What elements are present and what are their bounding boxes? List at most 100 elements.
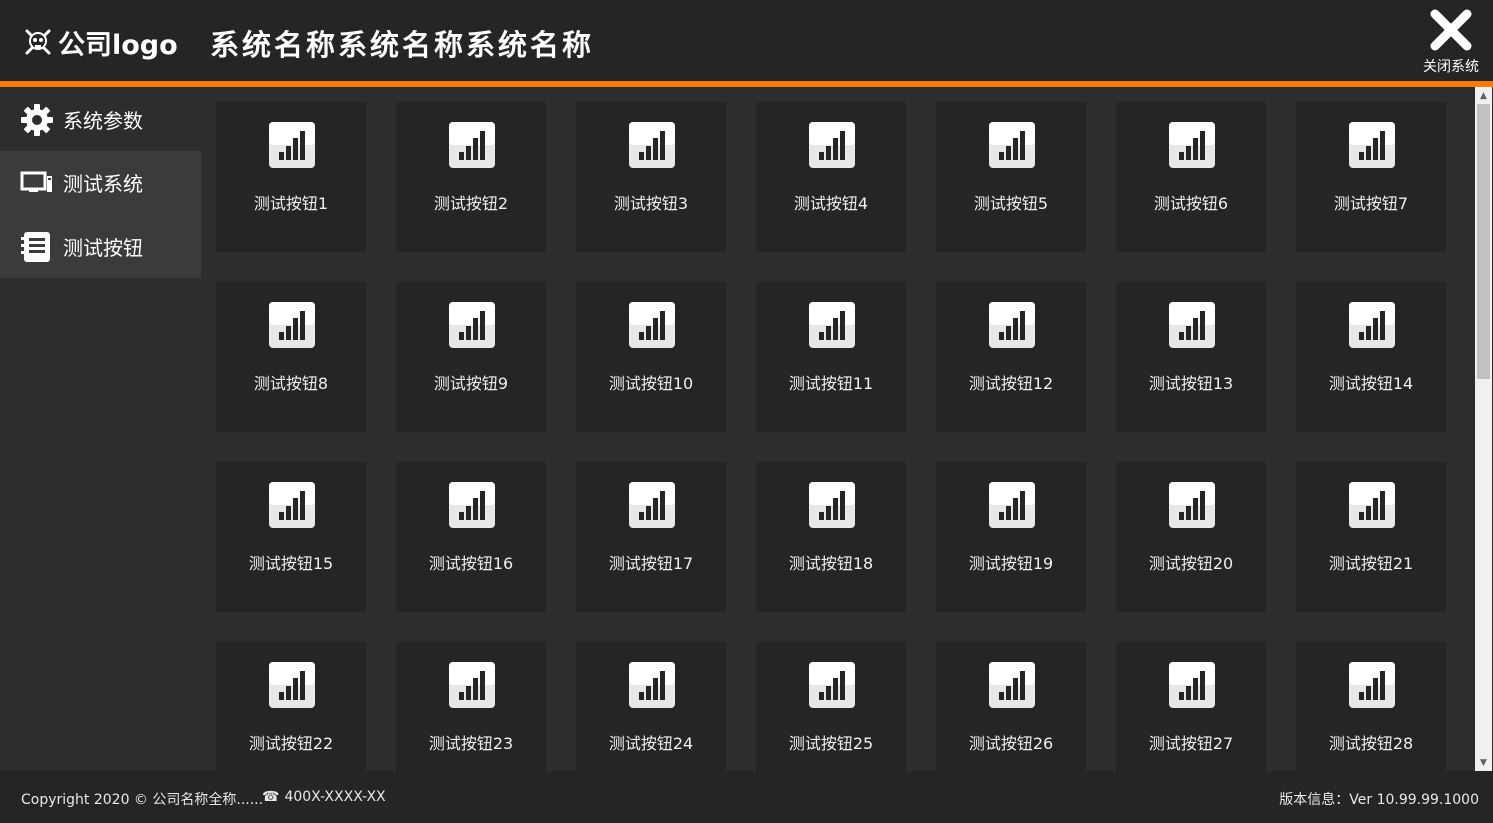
bar-chart-icon [449,482,495,528]
bar-chart-icon [809,662,855,708]
header-bar: 公司logo 系统名称系统名称系统名称 关闭系统 [0,0,1493,81]
sidebar: 系统参数 测试系统 测试按钮 [0,87,201,771]
test-button-tile[interactable]: 测试按钮20 [1116,462,1266,612]
test-button-tile[interactable]: 测试按钮24 [576,642,726,771]
test-button-label: 测试按钮18 [788,554,874,573]
test-button-tile[interactable]: 测试按钮26 [936,642,1086,771]
bar-chart-icon [989,662,1035,708]
bar-chart-icon [629,482,675,528]
test-button-label: 测试按钮19 [968,554,1054,573]
phone-info: ☎ 400X-XXXX-XX [262,789,386,805]
bar-chart-icon [449,662,495,708]
bar-chart-icon [1349,302,1395,348]
skull-crossbones-icon [22,26,54,58]
test-button-label: 测试按钮13 [1148,374,1234,393]
test-button-label: 测试按钮1 [253,194,329,213]
test-button-tile[interactable]: 测试按钮16 [396,462,546,612]
copyright-text: Copyright 2020 © 公司名称全称...... [21,792,264,808]
test-button-tile[interactable]: 测试按钮11 [756,282,906,432]
sidebar-item-test-button[interactable]: 测试按钮 [0,215,201,278]
test-button-label: 测试按钮20 [1148,554,1234,573]
test-button-tile[interactable]: 测试按钮3 [576,102,726,252]
test-button-label: 测试按钮4 [793,194,869,213]
brand-logo-text: 公司logo [58,29,178,61]
sidebar-item-test-system[interactable]: 测试系统 [0,151,201,214]
test-button-label: 测试按钮9 [433,374,509,393]
test-button-label: 测试按钮3 [613,194,689,213]
test-button-tile[interactable]: 测试按钮13 [1116,282,1266,432]
test-button-label: 测试按钮14 [1328,374,1414,393]
test-button-label: 测试按钮17 [608,554,694,573]
test-button-tile[interactable]: 测试按钮10 [576,282,726,432]
test-button-tile[interactable]: 测试按钮14 [1296,282,1446,432]
bar-chart-icon [989,302,1035,348]
test-button-label: 测试按钮6 [1153,194,1229,213]
test-button-tile[interactable]: 测试按钮4 [756,102,906,252]
test-button-label: 测试按钮23 [428,734,514,753]
test-button-label: 测试按钮24 [608,734,694,753]
version-info: 版本信息：Ver 10.99.99.1000 [1279,792,1479,808]
test-button-label: 测试按钮16 [428,554,514,573]
test-button-label: 测试按钮10 [608,374,694,393]
scrollbar-thumb[interactable] [1477,104,1490,379]
bar-chart-icon [629,662,675,708]
bar-chart-icon [1169,482,1215,528]
test-button-tile[interactable]: 测试按钮18 [756,462,906,612]
bar-chart-icon [809,302,855,348]
test-button-tile[interactable]: 测试按钮7 [1296,102,1446,252]
bar-chart-icon [269,122,315,168]
app-window: 公司logo 系统名称系统名称系统名称 关闭系统 系统参数 测试系统 测试按钮 … [0,0,1493,823]
bar-chart-icon [269,482,315,528]
test-button-label: 测试按钮25 [788,734,874,753]
sidebar-item-label: 系统参数 [63,109,143,133]
test-button-label: 测试按钮26 [968,734,1054,753]
bar-chart-icon [809,122,855,168]
button-grid: 测试按钮1 测试按钮2 测试按钮3 测试按钮4 测试按钮5 测试按钮6 测试按钮7 测试按钮8… [201,87,1475,771]
bar-chart-icon [449,302,495,348]
test-button-tile[interactable]: 测试按钮17 [576,462,726,612]
scroll-up-arrow-icon[interactable]: ▲ [1475,87,1492,104]
footer-bar: Copyright 2020 © 公司名称全称...... ☎ 400X-XXX… [0,771,1493,823]
bar-chart-icon [269,662,315,708]
test-button-tile[interactable]: 测试按钮5 [936,102,1086,252]
test-button-label: 测试按钮8 [253,374,329,393]
test-button-tile[interactable]: 测试按钮25 [756,642,906,771]
scroll-down-arrow-icon[interactable]: ▼ [1475,754,1492,771]
brand: 公司logo [22,20,178,64]
bar-chart-icon [1169,662,1215,708]
test-button-tile[interactable]: 测试按钮1 [216,102,366,252]
bar-chart-icon [1349,662,1395,708]
test-button-tile[interactable]: 测试按钮12 [936,282,1086,432]
test-button-tile[interactable]: 测试按钮19 [936,462,1086,612]
bar-chart-icon [629,302,675,348]
sidebar-item-label: 测试按钮 [63,236,143,260]
sidebar-item-system-params[interactable]: 系统参数 [0,88,201,151]
test-button-label: 测试按钮2 [433,194,509,213]
vertical-scrollbar[interactable]: ▲ ▼ [1475,87,1492,771]
bar-chart-icon [809,482,855,528]
test-button-label: 测试按钮15 [248,554,334,573]
test-button-tile[interactable]: 测试按钮27 [1116,642,1266,771]
test-button-label: 测试按钮7 [1333,194,1409,213]
gear-icon [20,103,54,137]
test-button-label: 测试按钮28 [1328,734,1414,753]
close-system-button[interactable]: 关闭系统 [1414,6,1488,76]
test-button-tile[interactable]: 测试按钮15 [216,462,366,612]
test-button-label: 测试按钮5 [973,194,1049,213]
test-button-tile[interactable]: 测试按钮6 [1116,102,1266,252]
test-button-tile[interactable]: 测试按钮23 [396,642,546,771]
test-button-label: 测试按钮12 [968,374,1054,393]
test-button-label: 测试按钮21 [1328,554,1414,573]
test-button-label: 测试按钮27 [1148,734,1234,753]
close-system-label: 关闭系统 [1423,59,1479,75]
test-button-tile[interactable]: 测试按钮22 [216,642,366,771]
test-button-tile[interactable]: 测试按钮8 [216,282,366,432]
test-button-tile[interactable]: 测试按钮21 [1296,462,1446,612]
monitor-icon [20,166,54,200]
bar-chart-icon [1169,122,1215,168]
test-button-tile[interactable]: 测试按钮9 [396,282,546,432]
test-button-tile[interactable]: 测试按钮28 [1296,642,1446,771]
bar-chart-icon [1349,122,1395,168]
bar-chart-icon [629,122,675,168]
test-button-tile[interactable]: 测试按钮2 [396,102,546,252]
